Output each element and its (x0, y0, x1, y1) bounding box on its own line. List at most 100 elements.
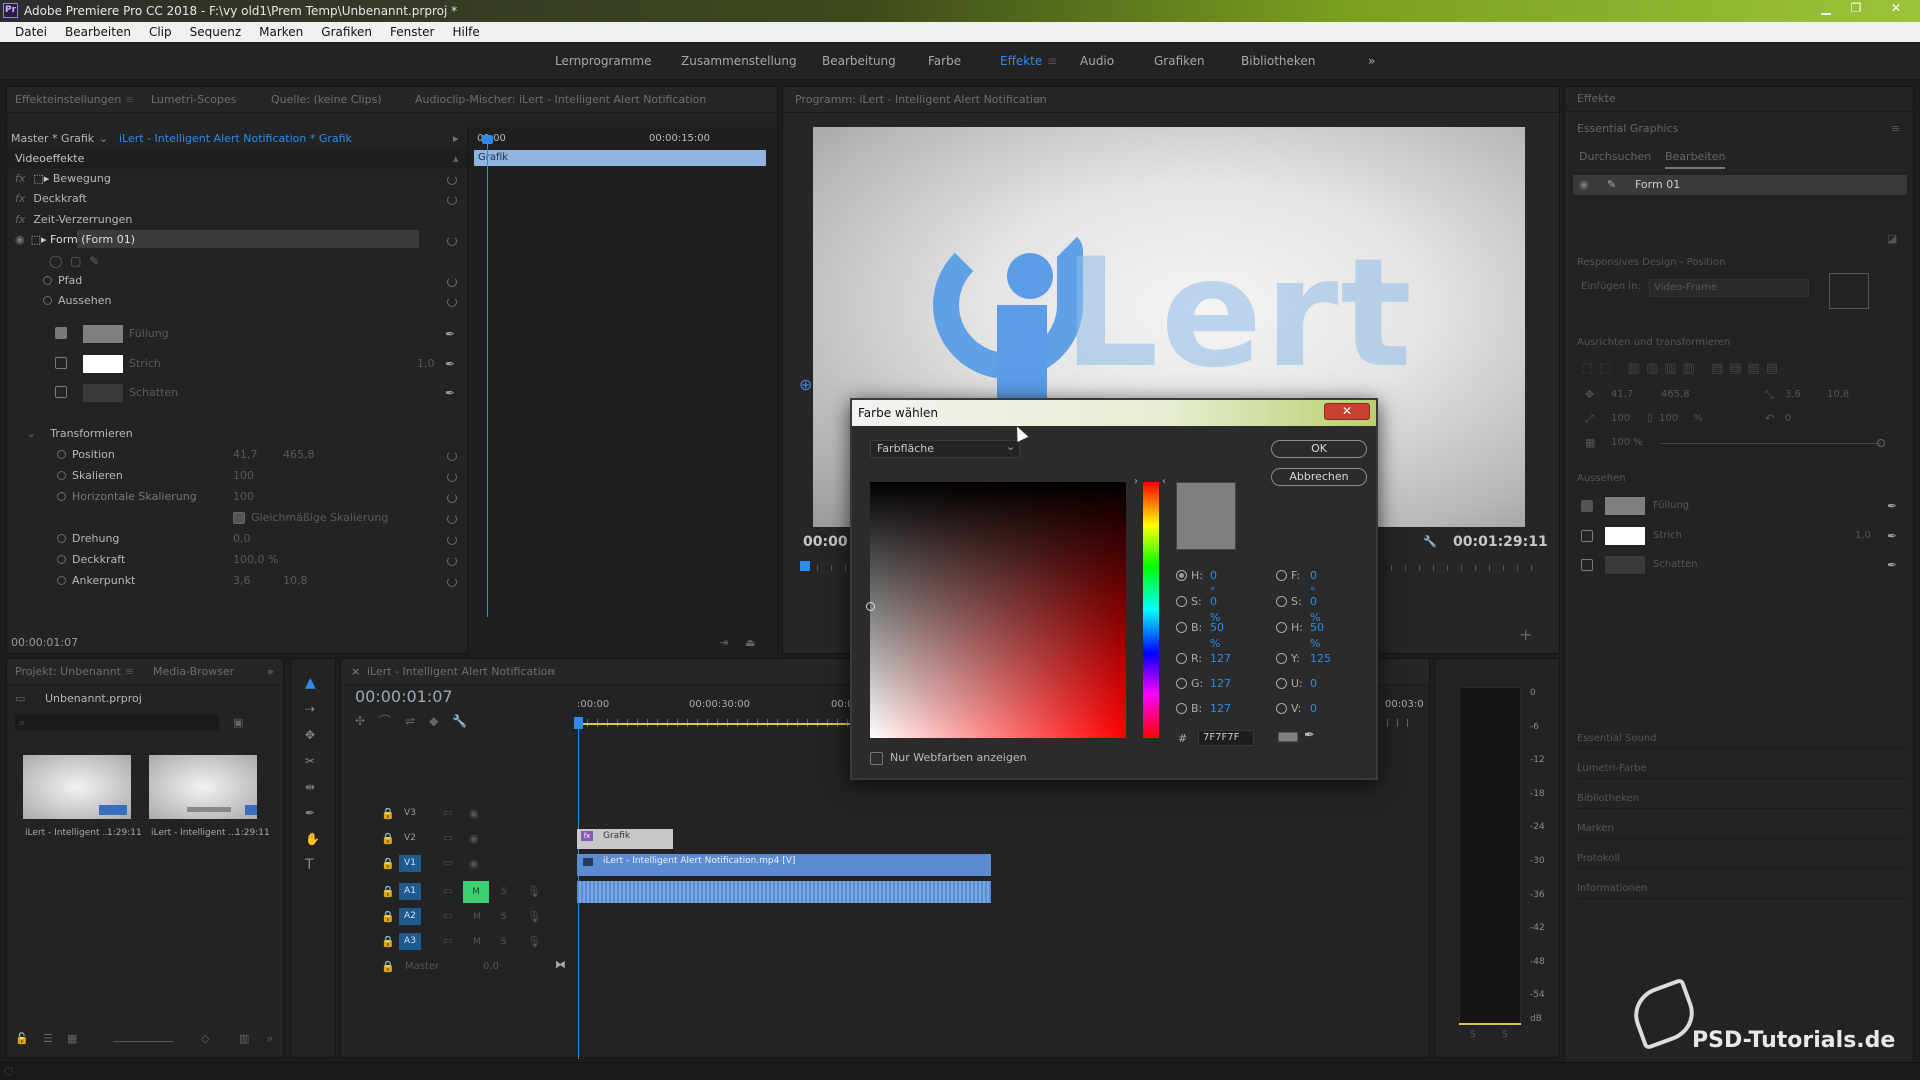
track-lock-icon[interactable]: 🔒 (381, 882, 395, 902)
hex-input[interactable]: 7F7F7F (1198, 730, 1254, 746)
tab-effekteinstellungen[interactable]: Effekteinstellungen (15, 87, 121, 112)
tab-quelle[interactable]: Quelle: (keine Clips) (271, 87, 382, 112)
eyedropper-icon[interactable]: ✒ (445, 386, 459, 400)
track-a1[interactable]: A1 (399, 883, 421, 900)
menu-marken[interactable]: Marken (250, 22, 312, 42)
scale-value[interactable]: 100 (233, 466, 254, 486)
position-y-value[interactable]: 465,8 (283, 445, 315, 465)
eg-stroke-swatch[interactable] (1605, 527, 1645, 545)
shadow-color-swatch[interactable] (83, 384, 123, 402)
value-r[interactable]: 127 (1210, 651, 1231, 667)
reset-icon[interactable] (447, 577, 457, 587)
eg-shadow-swatch[interactable] (1605, 556, 1645, 574)
sort-icon[interactable]: ◇ (201, 1029, 209, 1049)
ripple-edit-tool-icon[interactable]: ✥ (305, 725, 315, 745)
track-sync-icon[interactable]: ▭ (443, 882, 452, 902)
track-eye-icon[interactable]: ◉ (469, 854, 479, 874)
tab-lumetri-scopes[interactable]: Lumetri-Scopes (151, 87, 237, 112)
track-sync-icon[interactable]: ▭ (443, 829, 452, 849)
link-scale-icon[interactable]: ▯ (1647, 409, 1653, 429)
play-only-icon[interactable]: ▸ (453, 129, 459, 149)
pin-edges-widget[interactable] (1829, 273, 1869, 309)
mute-a1-button[interactable]: M (463, 881, 489, 903)
effect-zeit-verzerrungen[interactable]: Zeit-Verzerrungen (33, 213, 132, 226)
panel-essential-sound[interactable]: Essential Sound (1577, 729, 1907, 749)
track-v1[interactable]: V1 (399, 855, 421, 872)
track-eye-icon[interactable]: ◉ (469, 804, 479, 824)
stroke-color-swatch[interactable] (83, 355, 123, 373)
shadow-checkbox[interactable] (55, 386, 67, 398)
track-sync-icon[interactable]: ▭ (443, 854, 452, 874)
track-lock-icon[interactable]: 🔒 (381, 957, 395, 977)
ec-playhead[interactable] (487, 137, 488, 617)
workspace-grafiken[interactable]: Grafiken (1154, 54, 1205, 68)
close-window-button[interactable]: ✕ (1876, 0, 1916, 18)
hue-slider-right-arrow[interactable]: ‹ (1162, 476, 1166, 487)
color-field[interactable] (870, 482, 1126, 738)
eg-stroke-width[interactable]: 1,0 (1855, 526, 1871, 546)
clip-video-v1[interactable]: iLert - Intelligent Alert Notification.m… (577, 854, 991, 876)
effects-panel-tab[interactable]: Effekte (1577, 89, 1616, 109)
value-g[interactable]: 127 (1210, 676, 1231, 692)
menu-clip[interactable]: Clip (140, 22, 181, 42)
ec-clip-bar[interactable]: Grafik (474, 150, 766, 166)
project-search-input[interactable] (15, 715, 219, 731)
program-monitor-title[interactable]: Programm: iLert - Intelligent Alert Noti… (795, 87, 1047, 112)
voiceover-mic-icon[interactable]: 🎙 (527, 907, 541, 927)
timeline-tool-icons[interactable]: ✣⌒⇌◆🔧 (355, 711, 481, 731)
scroll-up-icon[interactable]: ▴ (453, 149, 459, 169)
ec-current-timecode[interactable]: 00:00:01:07 (11, 633, 78, 653)
master-clip-label[interactable]: Master * Grafik (11, 129, 94, 149)
list-view-icon[interactable]: ☰ (43, 1029, 53, 1049)
stopwatch-icon[interactable] (43, 276, 52, 285)
stroke-checkbox[interactable] (55, 357, 67, 369)
radio-hue[interactable] (1176, 570, 1187, 581)
eg-scale-w[interactable]: 100 (1611, 409, 1630, 429)
radio-red[interactable] (1176, 653, 1187, 664)
color-mode-dropdown[interactable]: Farbfläche (870, 440, 1020, 458)
cancel-button[interactable]: Abbrechen (1271, 468, 1367, 486)
mute-a2-button[interactable]: M (473, 907, 481, 927)
workspace-bearbeitung[interactable]: Bearbeitung (822, 54, 896, 68)
track-lock-icon[interactable]: 🔒 (381, 932, 395, 952)
track-select-tool-icon[interactable]: ⇢ (305, 699, 315, 719)
panel-marken[interactable]: Marken (1577, 819, 1907, 839)
radio-saturation[interactable] (1176, 596, 1187, 607)
radio-lightness[interactable] (1276, 622, 1287, 633)
layer-name[interactable]: Form 01 (1635, 175, 1680, 195)
menu-fenster[interactable]: Fenster (381, 22, 444, 42)
ellipse-mask-icon[interactable]: ◯ (49, 254, 62, 268)
stopwatch-icon[interactable] (57, 471, 66, 480)
new-bin-icon[interactable]: ▣ (233, 713, 243, 733)
anchor-point-crosshair-icon[interactable]: ⊕ (799, 375, 812, 394)
panel-bibliotheken[interactable]: Bibliotheken (1577, 789, 1907, 809)
eyedropper-icon[interactable]: ✒ (1304, 728, 1315, 743)
eyedropper-icon[interactable]: ✒ (1887, 499, 1901, 513)
track-v3[interactable]: V3 (399, 805, 421, 822)
track-v2[interactable]: V2 (399, 830, 421, 847)
razor-tool-icon[interactable]: ✂ (305, 751, 315, 771)
menu-bearbeiten[interactable]: Bearbeiten (56, 22, 140, 42)
tab-audioclip-mischer[interactable]: Audioclip-Mischer: iLert - Intelligent A… (415, 87, 706, 112)
value-y[interactable]: 125 (1310, 651, 1331, 667)
value-v[interactable]: 0 (1310, 701, 1317, 717)
export-icon[interactable]: ⏏ (745, 633, 755, 653)
close-sequence-icon[interactable]: × (351, 659, 360, 684)
timeline-timecode[interactable]: 00:00:01:07 (355, 687, 453, 707)
rectangle-mask-icon[interactable]: ▢ (70, 254, 81, 268)
pin-to-dropdown[interactable]: Video-Frame (1649, 279, 1809, 297)
minimize-button[interactable]: ▁ (1812, 0, 1840, 18)
eg-shadow-checkbox[interactable] (1581, 559, 1593, 571)
layer-row[interactable] (1573, 175, 1907, 195)
stopwatch-icon[interactable] (57, 450, 66, 459)
value-blue[interactable]: 127 (1210, 701, 1231, 717)
collapse-icon[interactable]: ⌄ (27, 427, 36, 440)
rotation-value[interactable]: 0,0 (233, 529, 251, 549)
menu-sequenz[interactable]: Sequenz (181, 22, 251, 42)
menu-grafiken[interactable]: Grafiken (312, 22, 381, 42)
solo-a1-button[interactable]: S (501, 882, 507, 902)
eg-fill-swatch[interactable] (1605, 497, 1645, 515)
eye-icon[interactable]: ◉ (1579, 175, 1589, 195)
reset-icon[interactable] (447, 236, 457, 246)
hue-slider[interactable] (1143, 482, 1159, 738)
